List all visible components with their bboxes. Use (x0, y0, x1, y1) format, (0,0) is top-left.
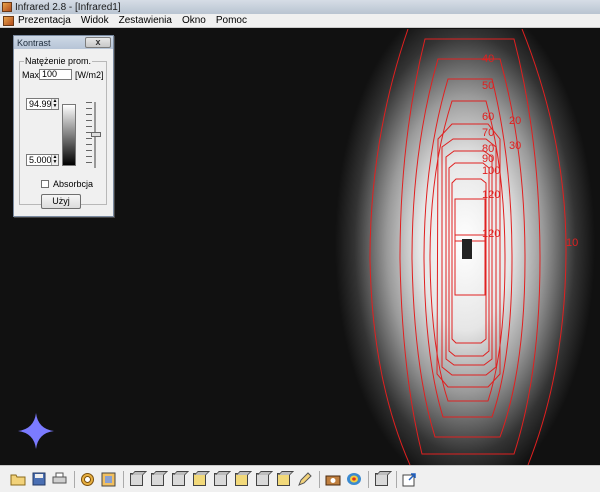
toolbar-separator (74, 470, 75, 488)
absorption-checkbox[interactable] (41, 180, 49, 188)
window-title: Infrared 2.8 - [Infrared1] (15, 1, 121, 13)
close-button[interactable]: x (85, 37, 111, 48)
isoline-label: 20 (509, 115, 521, 127)
target-icon[interactable] (78, 470, 97, 489)
print-icon[interactable] (50, 470, 69, 489)
cube-view-6-icon[interactable] (232, 470, 251, 489)
menu-pomoc[interactable]: Pomoc (216, 15, 247, 26)
upper-bound-spinner[interactable]: 94.99 ▲ ▼ (26, 98, 59, 110)
open-folder-icon[interactable] (8, 470, 27, 489)
menu-widok[interactable]: Widok (81, 15, 109, 26)
radiator-source (462, 239, 472, 259)
cube-view-5-icon[interactable] (211, 470, 230, 489)
grayscale-gradient (62, 104, 76, 166)
dialog-title: Kontrast (17, 37, 51, 48)
lower-bound-spinner[interactable]: 5.000 ▲ ▼ (26, 154, 59, 166)
upper-bound-value: 94.99 (29, 99, 52, 109)
cube-view-4-icon[interactable] (190, 470, 209, 489)
toolbar-separator (368, 470, 369, 488)
isoline-label: 40 (482, 53, 494, 65)
document-system-icon[interactable] (3, 15, 14, 26)
isoline-label: 120 (482, 189, 500, 201)
toolbar-separator (319, 470, 320, 488)
max-row: Max: 100 [W/m2] (22, 69, 104, 80)
cube-view-1-icon[interactable] (127, 470, 146, 489)
toolbar-separator (123, 470, 124, 488)
bottom-toolbar (0, 465, 600, 492)
contrast-slider-thumb[interactable] (91, 132, 101, 137)
isoline-label: 10 (566, 237, 578, 249)
menu-bar: Prezentacja Widok Zestawienia Okno Pomoc (0, 14, 600, 28)
isoline-label: 90 (482, 153, 494, 165)
isoline-label: 100 (482, 165, 500, 177)
heatmap-icon[interactable] (344, 470, 363, 489)
camera-icon[interactable] (323, 470, 342, 489)
cube-view-7-icon[interactable] (253, 470, 272, 489)
spin-arrows-icon[interactable]: ▲ ▼ (51, 99, 58, 109)
lower-bound-value: 5.000 (29, 155, 52, 165)
title-bar: Infrared 2.8 - [Infrared1] (0, 0, 600, 14)
unit-label: [W/m2] (75, 69, 104, 80)
absorption-label: Absorbcja (53, 179, 94, 189)
cube-view-3-icon[interactable] (169, 470, 188, 489)
isoline-label: 50 (482, 80, 494, 92)
export-icon[interactable] (400, 470, 419, 489)
isoline-label: 120 (482, 228, 500, 240)
dialog-title-bar[interactable]: Kontrast x (14, 36, 113, 49)
pencil-icon[interactable] (295, 470, 314, 489)
menu-okno[interactable]: Okno (182, 15, 206, 26)
spin-arrows-icon[interactable]: ▲ ▼ (51, 155, 58, 165)
isoline-label: 70 (482, 127, 494, 139)
menu-zestawienia[interactable]: Zestawienia (119, 15, 172, 26)
isoline-label: 30 (509, 140, 521, 152)
intensity-group-label: Natężenie prom. (25, 56, 92, 66)
menu-prezentacja[interactable]: Prezentacja (18, 15, 71, 26)
radiation-glow (300, 29, 600, 465)
cube-view-2-icon[interactable] (148, 470, 167, 489)
max-label: Max: (22, 69, 42, 80)
toolbar-separator (396, 470, 397, 488)
use-button[interactable]: Użyj (41, 194, 81, 209)
save-icon[interactable] (29, 470, 48, 489)
absorption-row[interactable]: Absorbcja (41, 179, 93, 189)
max-input[interactable]: 100 (39, 69, 72, 80)
app-icon (2, 2, 12, 12)
contrast-dialog[interactable]: Kontrast x Natężenie prom. Max: 100 [W/m… (13, 35, 114, 217)
compass-star-icon (18, 413, 54, 449)
isoline-label: 60 (482, 111, 494, 123)
cube-view-8-icon[interactable] (274, 470, 293, 489)
cube-view-9-icon[interactable] (372, 470, 391, 489)
frame-icon[interactable] (99, 470, 118, 489)
